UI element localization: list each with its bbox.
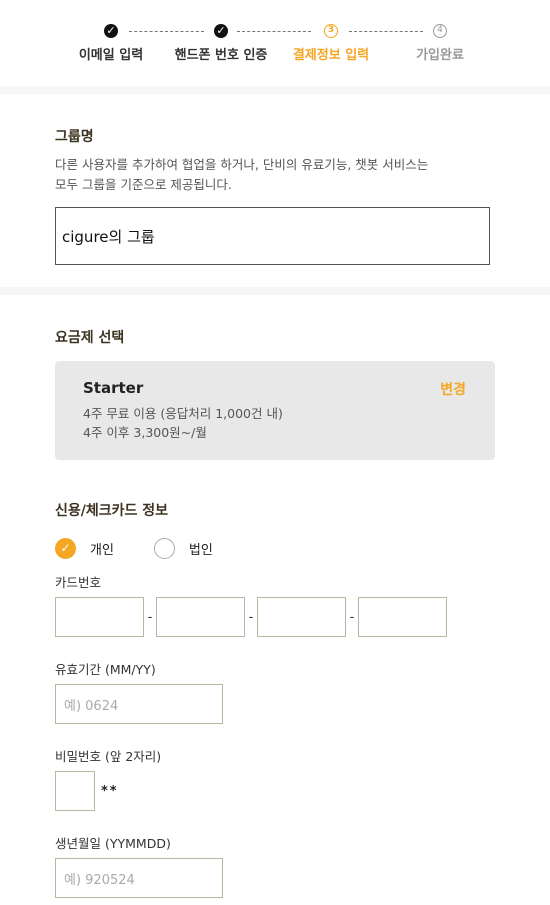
card-number-input-3[interactable] (257, 597, 346, 637)
birthdate-input[interactable]: 예) 920524 (55, 858, 223, 898)
group-name-input[interactable]: cigure의 그룹 (55, 207, 490, 265)
step-number-badge: 4 (433, 24, 447, 38)
check-icon: ✓ (104, 24, 118, 38)
step-complete: 4 가입완료 (385, 24, 495, 63)
step-label: 결제정보 입력 (292, 48, 370, 63)
password-input[interactable] (55, 771, 95, 811)
signup-stepper: ✓ 이메일 입력 ✓ 핸드폰 번호 인증 3 결제정보 입력 4 가입완료 (0, 0, 550, 86)
radio-personal[interactable]: ✓ 개인 (55, 537, 114, 559)
step-payment: 3 결제정보 입력 (276, 24, 386, 63)
card-number-separator: - (349, 609, 355, 625)
card-number-label: 카드번호 (55, 575, 102, 590)
radio-circle-icon (153, 537, 175, 559)
section-divider (0, 287, 550, 295)
card-number-fields: - - - (55, 597, 495, 637)
plan-title: 요금제 선택 (55, 330, 125, 346)
plan-price-info: 4주 이후 3,300원~/월 (83, 425, 207, 440)
expiry-label: 유효기간 (MM/YY) (55, 662, 156, 677)
group-description: 다른 사용자를 추가하여 협업을 하거나, 단비의 유료기능, 챗봇 서비스는 … (55, 157, 429, 192)
radio-label: 법인 (188, 542, 213, 558)
card-number-separator: - (147, 609, 153, 625)
check-icon: ✓ (55, 537, 76, 559)
step-phone: ✓ 핸드폰 번호 인증 (166, 24, 276, 63)
card-number-separator: - (248, 609, 254, 625)
plan-name: Starter (83, 379, 144, 397)
step-label: 가입완료 (416, 48, 464, 63)
password-label: 비밀번호 (앞 2자리) (55, 749, 162, 764)
card-type-radio-group: ✓ 개인 법인 (55, 536, 495, 560)
plan-card: Starter 변경 4주 무료 이용 (응답처리 1,000건 내) 4주 이… (55, 361, 495, 460)
step-label: 이메일 입력 (78, 48, 144, 63)
check-icon: ✓ (214, 24, 228, 38)
step-number-badge: 3 (324, 24, 338, 38)
group-title: 그룹명 (55, 129, 94, 145)
expiry-input[interactable]: 예) 0624 (55, 684, 223, 724)
plan-section: 요금제 선택 Starter 변경 4주 무료 이용 (응답처리 1,000건 … (0, 295, 550, 898)
card-number-input-2[interactable] (156, 597, 245, 637)
radio-corporate[interactable]: 법인 (153, 537, 213, 559)
radio-label: 개인 (90, 542, 114, 558)
birthdate-label: 생년월일 (YYMMDD) (55, 836, 171, 851)
step-email: ✓ 이메일 입력 (56, 24, 166, 63)
group-section: 그룹명 다른 사용자를 추가하여 협업을 하거나, 단비의 유료기능, 챗봇 서… (0, 94, 550, 287)
card-number-input-4[interactable] (358, 597, 447, 637)
change-plan-button[interactable]: 변경 (440, 379, 466, 399)
card-number-input-1[interactable] (55, 597, 144, 637)
step-label: 핸드폰 번호 인증 (174, 48, 268, 63)
card-info-title: 신용/체크카드 정보 (55, 503, 169, 519)
plan-trial-info: 4주 무료 이용 (응답처리 1,000건 내) (83, 406, 283, 421)
password-mask: ** (101, 783, 119, 799)
section-divider (0, 86, 550, 94)
